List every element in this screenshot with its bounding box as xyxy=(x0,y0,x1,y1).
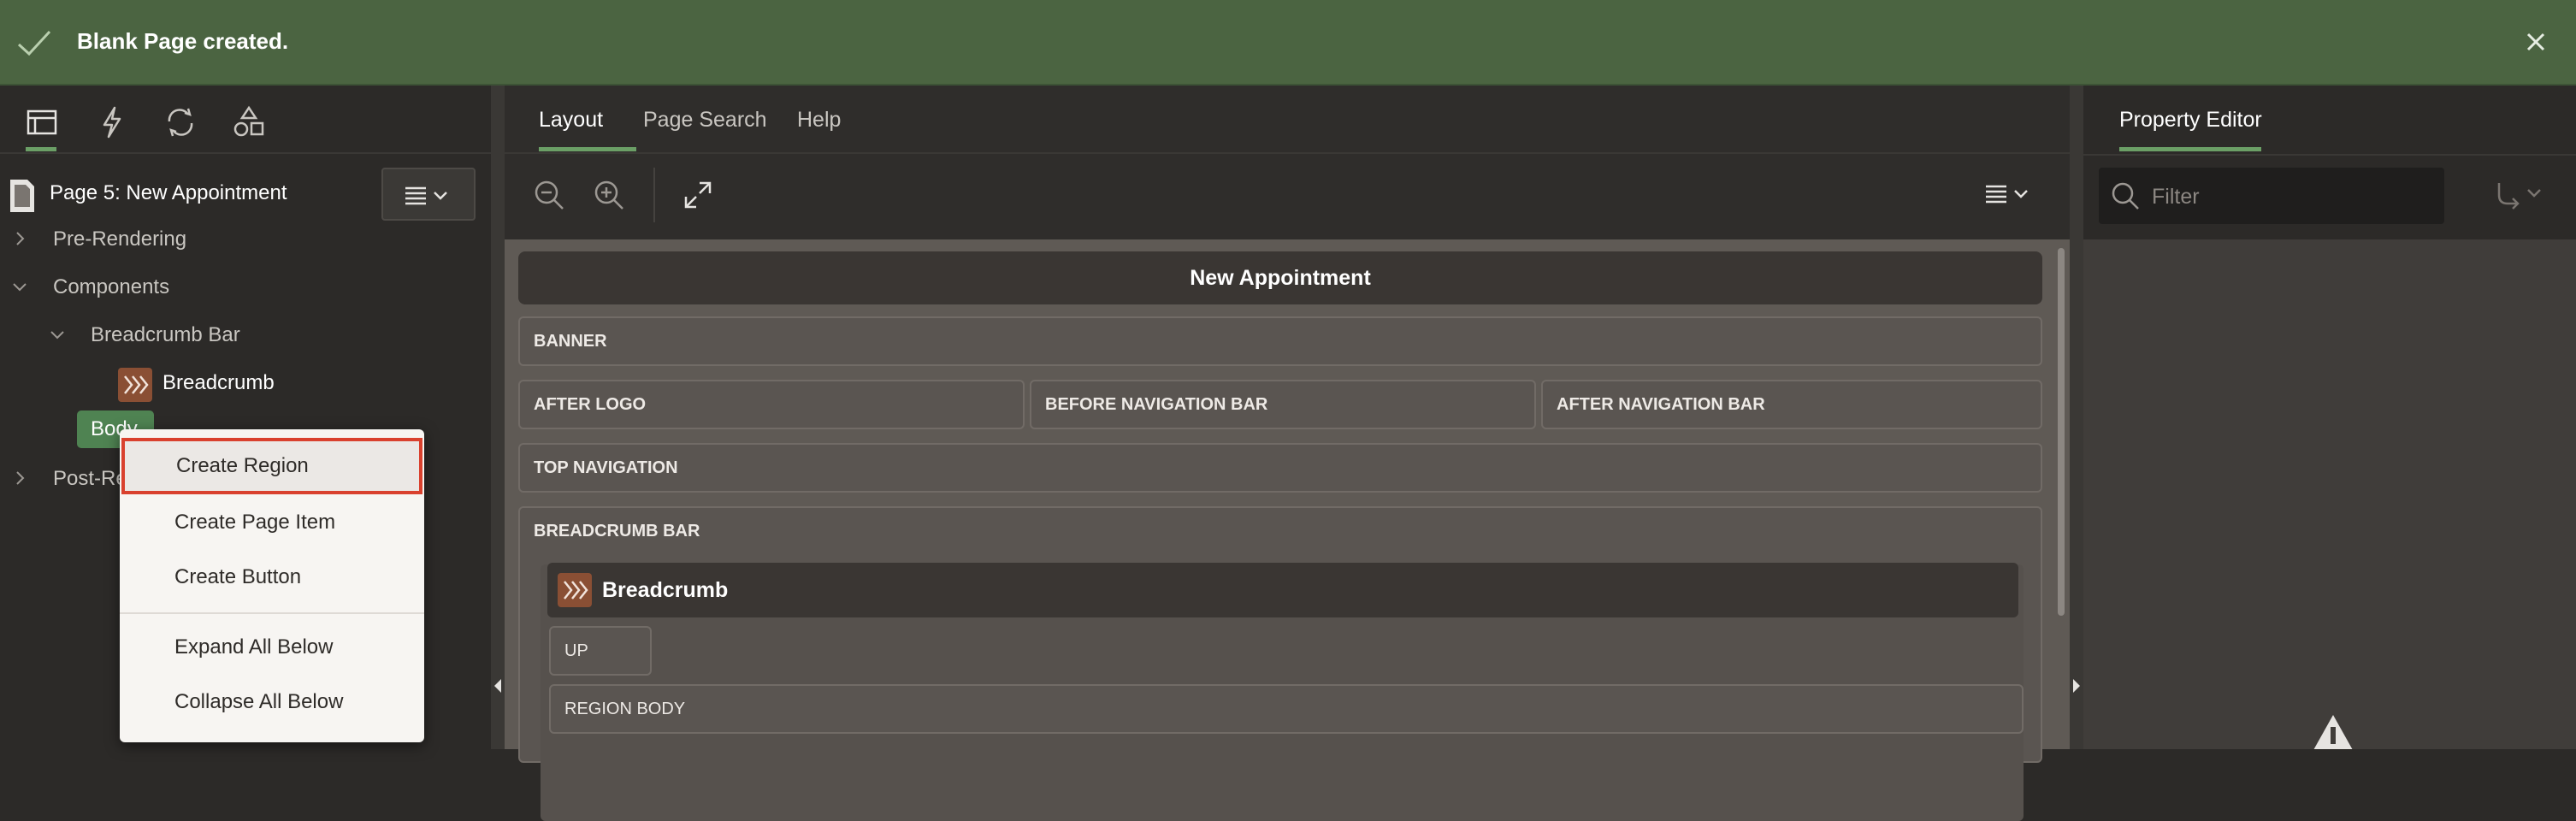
slot-breadcrumb-bar-label: BREADCRUMB BAR xyxy=(534,522,700,540)
canvas-scrollbar[interactable] xyxy=(2058,248,2065,616)
menu-item-expand-all-below[interactable]: Expand All Below xyxy=(120,619,424,676)
breadcrumb-icon xyxy=(118,368,152,402)
tree-item-components[interactable]: Components xyxy=(53,275,169,299)
active-tab-indicator xyxy=(26,147,56,151)
active-tab-indicator xyxy=(539,147,636,151)
tab-help[interactable]: Help xyxy=(797,108,841,133)
search-icon xyxy=(2112,182,2139,210)
layout-canvas: New Appointment BANNER AFTER LOGO BEFORE… xyxy=(505,239,2070,821)
slot-after-logo[interactable]: AFTER LOGO xyxy=(518,380,1025,429)
menu-item-create-region[interactable]: Create Region xyxy=(121,438,422,494)
breadcrumb-region[interactable]: Breadcrumb xyxy=(547,563,2018,617)
menu-item-collapse-all-below[interactable]: Collapse All Below xyxy=(120,674,424,730)
menu-item-create-page-item[interactable]: Create Page Item xyxy=(120,494,424,551)
expand-icon[interactable] xyxy=(682,180,713,210)
tab-layout[interactable]: Layout xyxy=(539,108,603,133)
menu-divider xyxy=(120,612,424,614)
layout-menu-icon[interactable] xyxy=(1984,183,2035,204)
tree-item-post-rendering[interactable]: Post-Re xyxy=(53,467,127,491)
zoom-in-icon[interactable] xyxy=(592,178,626,212)
shared-components-icon[interactable] xyxy=(231,104,267,140)
layout-toolbar xyxy=(505,154,2070,241)
filter-input[interactable] xyxy=(2150,168,2436,226)
tab-page-search[interactable]: Page Search xyxy=(643,108,767,133)
canvas-page-title[interactable]: New Appointment xyxy=(518,251,2042,304)
breadcrumb-region-title: Breadcrumb xyxy=(602,578,729,602)
slot-region-body[interactable]: REGION BODY xyxy=(549,684,2024,734)
collapse-right-icon[interactable] xyxy=(2071,676,2082,696)
tree-item-pre-rendering[interactable]: Pre-Rendering xyxy=(53,227,186,251)
chevron-right-icon[interactable] xyxy=(10,229,29,248)
process-icon[interactable] xyxy=(162,104,198,140)
close-icon[interactable] xyxy=(2521,27,2550,56)
banner-message: Blank Page created. xyxy=(77,28,289,54)
checkmark-icon xyxy=(17,30,51,56)
property-editor-panel: Property Editor xyxy=(2083,86,2576,749)
tab-property-editor[interactable]: Property Editor xyxy=(2119,108,2262,133)
go-to-group-icon[interactable] xyxy=(2494,180,2545,210)
breadcrumb-icon xyxy=(558,573,592,607)
rendering-tab-icon[interactable] xyxy=(24,104,60,140)
page-title[interactable]: Page 5: New Appointment xyxy=(50,181,287,205)
slot-after-navigation-bar[interactable]: AFTER NAVIGATION BAR xyxy=(1541,380,2042,429)
lightning-icon[interactable] xyxy=(94,104,130,140)
slot-up[interactable]: UP xyxy=(549,626,652,676)
layout-panel: Layout Page Search Help New Appointment … xyxy=(505,86,2070,821)
context-menu: Create Region Create Page Item Create Bu… xyxy=(120,429,424,742)
menu-item-create-button[interactable]: Create Button xyxy=(120,549,424,605)
zoom-out-icon[interactable] xyxy=(532,178,566,212)
warning-icon xyxy=(2313,715,2353,749)
chevron-down-icon[interactable] xyxy=(10,277,29,296)
slot-top-navigation[interactable]: TOP NAVIGATION xyxy=(518,443,2042,493)
chevron-down-icon[interactable] xyxy=(48,325,67,344)
filter-field[interactable] xyxy=(2099,168,2444,226)
chevron-right-icon[interactable] xyxy=(10,469,29,487)
page-menu-button[interactable] xyxy=(381,168,476,221)
success-banner: Blank Page created. xyxy=(0,0,2576,86)
page-icon xyxy=(10,180,34,212)
active-tab-indicator xyxy=(2119,147,2261,151)
menu-chevron-icon xyxy=(405,186,447,205)
tree-item-breadcrumb[interactable]: Breadcrumb xyxy=(162,371,275,395)
tree-item-breadcrumb-bar[interactable]: Breadcrumb Bar xyxy=(91,323,240,347)
collapse-left-icon[interactable] xyxy=(493,676,503,696)
slot-before-navigation-bar[interactable]: BEFORE NAVIGATION BAR xyxy=(1030,380,1536,429)
left-splitter[interactable] xyxy=(491,86,505,749)
right-splitter[interactable] xyxy=(2070,86,2083,749)
slot-banner[interactable]: BANNER xyxy=(518,316,2042,366)
